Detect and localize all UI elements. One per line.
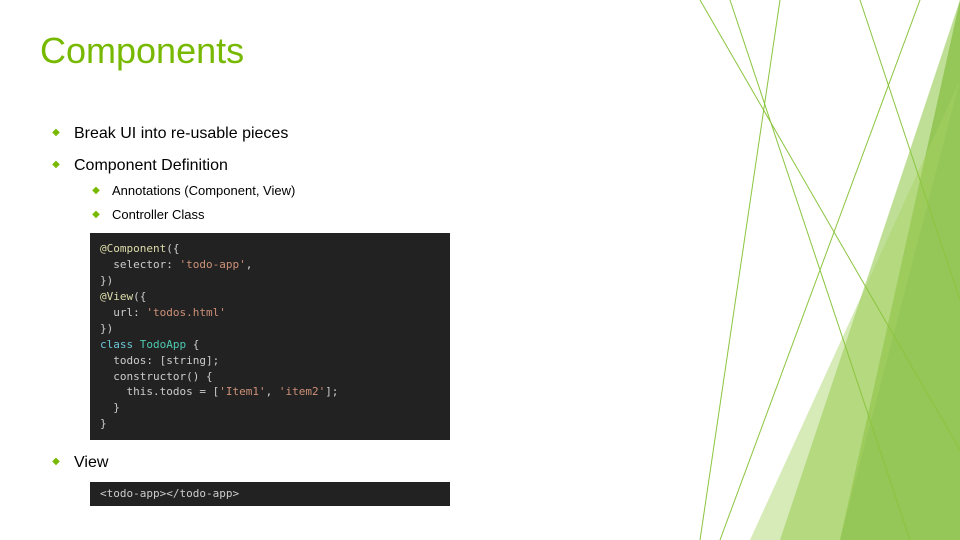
decoration-pattern (660, 0, 960, 540)
bullet-level1: ◆ Break UI into re-usable pieces (50, 125, 660, 143)
bullet-level1: ◆ View <todo-app></todo-app> (50, 454, 660, 506)
bullet-text: Annotations (Component, View) (112, 183, 295, 198)
bullet-text: Controller Class (112, 207, 204, 222)
bullet-text: Component Definition (74, 157, 228, 175)
slide: Components ◆ Break UI into re-usable pie… (0, 0, 960, 540)
code-block-view: <todo-app></todo-app> (90, 482, 450, 506)
code-block-controller: @Component({ selector: 'todo-app', }) @V… (90, 233, 450, 440)
slide-title: Components (40, 30, 244, 72)
bullet-level1: ◆ Component Definition ◆ Annotations (Co… (50, 157, 660, 440)
bullet-level2: ◆ Controller Class (90, 207, 660, 223)
diamond-icon: ◆ (50, 157, 62, 173)
diamond-icon: ◆ (90, 207, 102, 223)
bullet-level2: ◆ Annotations (Component, View) (90, 183, 660, 199)
slide-content: ◆ Break UI into re-usable pieces ◆ Compo… (50, 125, 660, 520)
diamond-icon: ◆ (50, 454, 62, 470)
bullet-text: View (74, 454, 108, 472)
code-content: <todo-app></todo-app> (100, 486, 440, 502)
diamond-icon: ◆ (50, 125, 62, 141)
bullet-text: Break UI into re-usable pieces (74, 125, 288, 143)
code-content: @Component({ selector: 'todo-app', }) @V… (100, 241, 440, 432)
diamond-icon: ◆ (90, 183, 102, 199)
